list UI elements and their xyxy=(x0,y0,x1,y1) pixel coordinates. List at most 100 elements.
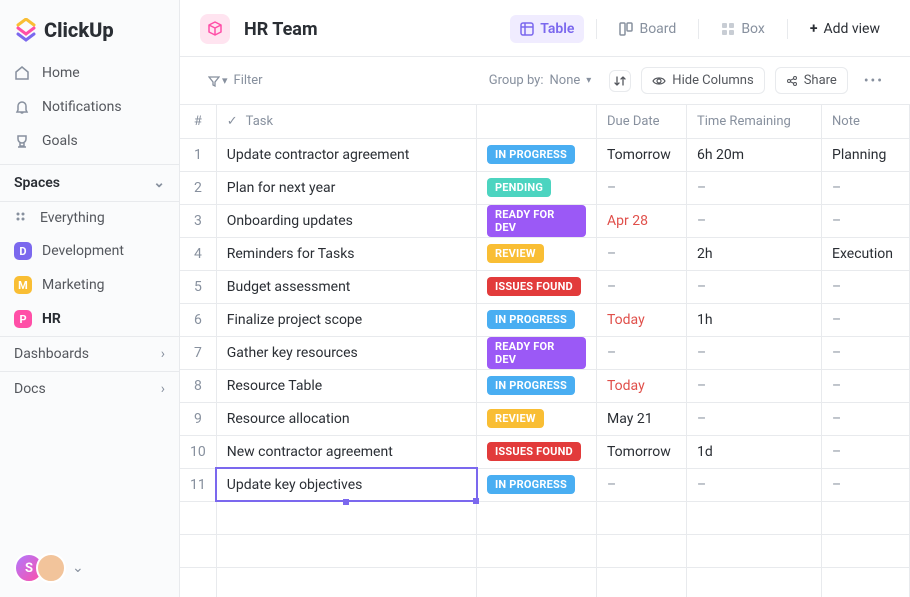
trophy-icon xyxy=(14,133,30,149)
add-view-button[interactable]: + Add view xyxy=(800,15,890,43)
status-cell[interactable]: ISSUES FOUND xyxy=(477,270,597,303)
note-cell[interactable]: – xyxy=(822,336,910,369)
col-note[interactable]: Note xyxy=(822,105,910,138)
sort-button[interactable] xyxy=(609,70,631,92)
time-cell[interactable]: 2h xyxy=(687,237,822,270)
time-cell[interactable]: 1h xyxy=(687,303,822,336)
due-cell[interactable]: – xyxy=(597,270,687,303)
table-row[interactable]: 3Onboarding updatesREADY FOR DEVApr 28–– xyxy=(180,204,910,237)
toolbar: ▾ Filter Group by: None ▾ Hide Columns S… xyxy=(180,57,910,105)
task-cell[interactable]: Budget assessment xyxy=(216,270,476,303)
task-cell[interactable]: Resource allocation xyxy=(216,402,476,435)
due-cell[interactable]: May 21 xyxy=(597,402,687,435)
status-cell[interactable]: REVIEW xyxy=(477,237,597,270)
spaces-header[interactable]: Spaces ⌄ xyxy=(0,164,179,202)
due-cell[interactable]: – xyxy=(597,171,687,204)
due-cell[interactable]: – xyxy=(597,468,687,501)
sidebar-space-hr[interactable]: PHR xyxy=(0,302,179,336)
nav-dashboards[interactable]: Dashboards › xyxy=(0,336,179,371)
col-task[interactable]: ✓ Task xyxy=(216,105,476,138)
task-cell[interactable]: Finalize project scope xyxy=(216,303,476,336)
note-cell[interactable]: – xyxy=(822,171,910,204)
note-cell[interactable]: – xyxy=(822,468,910,501)
groupby-button[interactable]: Group by: None ▾ xyxy=(481,69,600,92)
status-cell[interactable]: ISSUES FOUND xyxy=(477,435,597,468)
time-cell[interactable]: – xyxy=(687,468,822,501)
task-cell-editing[interactable]: Update key objectives xyxy=(216,468,476,501)
table-row[interactable]: 8Resource TableIN PROGRESSToday–– xyxy=(180,369,910,402)
nav-home[interactable]: Home xyxy=(0,56,179,90)
table-row[interactable]: 5Budget assessmentISSUES FOUND––– xyxy=(180,270,910,303)
time-cell[interactable]: – xyxy=(687,402,822,435)
status-cell[interactable]: IN PROGRESS xyxy=(477,303,597,336)
nav-docs[interactable]: Docs › xyxy=(0,371,179,406)
sidebar-space-marketing[interactable]: MMarketing xyxy=(0,268,179,302)
note-cell[interactable]: – xyxy=(822,204,910,237)
status-cell[interactable]: IN PROGRESS xyxy=(477,138,597,171)
table-row[interactable]: 4Reminders for TasksREVIEW–2hExecution xyxy=(180,237,910,270)
note-cell[interactable]: – xyxy=(822,369,910,402)
status-cell[interactable]: IN PROGRESS xyxy=(477,468,597,501)
status-cell[interactable]: IN PROGRESS xyxy=(477,369,597,402)
time-cell[interactable]: – xyxy=(687,369,822,402)
note-cell[interactable]: – xyxy=(822,270,910,303)
logo[interactable]: ClickUp xyxy=(0,0,179,56)
status-cell[interactable]: PENDING xyxy=(477,171,597,204)
grid-icon xyxy=(14,210,30,226)
status-cell[interactable]: REVIEW xyxy=(477,402,597,435)
time-cell[interactable]: – xyxy=(687,171,822,204)
hide-columns-button[interactable]: Hide Columns xyxy=(641,67,764,94)
due-cell[interactable]: – xyxy=(597,336,687,369)
time-cell[interactable]: – xyxy=(687,270,822,303)
note-cell[interactable]: Execution xyxy=(822,237,910,270)
task-cell[interactable]: Plan for next year xyxy=(216,171,476,204)
table-row[interactable]: 9Resource allocationREVIEWMay 21–– xyxy=(180,402,910,435)
table-row[interactable]: 7Gather key resourcesREADY FOR DEV––– xyxy=(180,336,910,369)
view-tab-board[interactable]: Board xyxy=(609,15,686,43)
add-view-label: Add view xyxy=(823,21,880,37)
note-cell[interactable]: – xyxy=(822,303,910,336)
due-cell[interactable]: Today xyxy=(597,303,687,336)
note-cell[interactable]: Planning xyxy=(822,138,910,171)
note-cell[interactable]: – xyxy=(822,435,910,468)
time-cell[interactable]: – xyxy=(687,336,822,369)
table-row[interactable]: 2Plan for next yearPENDING––– xyxy=(180,171,910,204)
sidebar-everything[interactable]: Everything xyxy=(0,202,179,234)
more-button[interactable]: ••• xyxy=(858,73,890,89)
task-cell[interactable]: Update contractor agreement xyxy=(216,138,476,171)
status-cell[interactable]: READY FOR DEV xyxy=(477,336,597,369)
share-button[interactable]: Share xyxy=(775,67,848,94)
task-cell[interactable]: Gather key resources xyxy=(216,336,476,369)
eye-off-icon xyxy=(652,74,666,88)
view-tab-box[interactable]: Box xyxy=(711,15,775,43)
col-number[interactable]: # xyxy=(180,105,216,138)
filter-button[interactable]: ▾ Filter xyxy=(200,69,271,92)
due-cell[interactable]: Tomorrow xyxy=(597,138,687,171)
due-cell[interactable]: Tomorrow xyxy=(597,435,687,468)
avatar-stack[interactable]: S ⌄ xyxy=(0,539,179,597)
time-cell[interactable]: 1d xyxy=(687,435,822,468)
task-cell[interactable]: Reminders for Tasks xyxy=(216,237,476,270)
col-time[interactable]: Time Remaining xyxy=(687,105,822,138)
table-row[interactable]: 6Finalize project scopeIN PROGRESSToday1… xyxy=(180,303,910,336)
due-cell[interactable]: Today xyxy=(597,369,687,402)
table-row[interactable]: 10New contractor agreementISSUES FOUNDTo… xyxy=(180,435,910,468)
table-row[interactable]: 11Update key objectivesIN PROGRESS––– xyxy=(180,468,910,501)
time-cell[interactable]: – xyxy=(687,204,822,237)
groupby-label: Group by: xyxy=(489,73,544,88)
col-due[interactable]: Due Date xyxy=(597,105,687,138)
status-cell[interactable]: READY FOR DEV xyxy=(477,204,597,237)
note-cell[interactable]: – xyxy=(822,402,910,435)
col-status[interactable] xyxy=(477,105,597,138)
task-cell[interactable]: Resource Table xyxy=(216,369,476,402)
view-tab-table[interactable]: Table xyxy=(510,15,584,43)
task-cell[interactable]: New contractor agreement xyxy=(216,435,476,468)
due-cell[interactable]: Apr 28 xyxy=(597,204,687,237)
task-cell[interactable]: Onboarding updates xyxy=(216,204,476,237)
nav-notifications[interactable]: Notifications xyxy=(0,90,179,124)
table-row[interactable]: 1Update contractor agreementIN PROGRESST… xyxy=(180,138,910,171)
due-cell[interactable]: – xyxy=(597,237,687,270)
time-cell[interactable]: 6h 20m xyxy=(687,138,822,171)
nav-goals[interactable]: Goals xyxy=(0,124,179,158)
sidebar-space-development[interactable]: DDevelopment xyxy=(0,234,179,268)
